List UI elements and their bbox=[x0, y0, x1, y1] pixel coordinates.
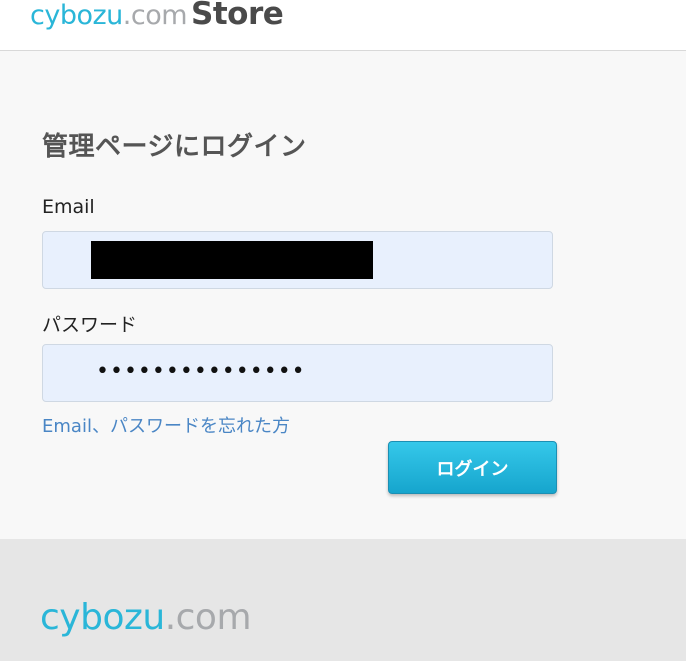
login-button[interactable]: ログイン bbox=[388, 441, 557, 494]
email-field[interactable] bbox=[42, 231, 553, 289]
logo-tld: .com bbox=[122, 0, 188, 31]
email-label: Email bbox=[42, 196, 95, 218]
forgot-credentials-link[interactable]: Email、パスワードを忘れた方 bbox=[42, 412, 290, 438]
header: cybozu.com Store bbox=[0, 0, 686, 51]
password-label: パスワード bbox=[42, 314, 138, 336]
footer: cybozu.com bbox=[0, 539, 686, 661]
page-title: 管理ページにログイン bbox=[42, 132, 307, 162]
page: cybozu.com Store 管理ページにログイン Email パスワード •… bbox=[0, 0, 686, 661]
login-panel: 管理ページにログイン Email パスワード ••••••••••••••• E… bbox=[0, 51, 686, 539]
logo-store: Store bbox=[191, 0, 284, 32]
footer-logo-tld: .com bbox=[164, 597, 252, 638]
password-mask: ••••••••••••••• bbox=[96, 359, 306, 384]
footer-logo[interactable]: cybozu.com bbox=[40, 597, 252, 638]
redacted-email-value bbox=[91, 241, 373, 279]
footer-logo-brand: cybozu bbox=[40, 597, 165, 638]
store-logo[interactable]: cybozu.com Store bbox=[30, 0, 284, 32]
password-field[interactable]: ••••••••••••••• bbox=[42, 344, 553, 402]
logo-brand: cybozu bbox=[30, 0, 123, 31]
